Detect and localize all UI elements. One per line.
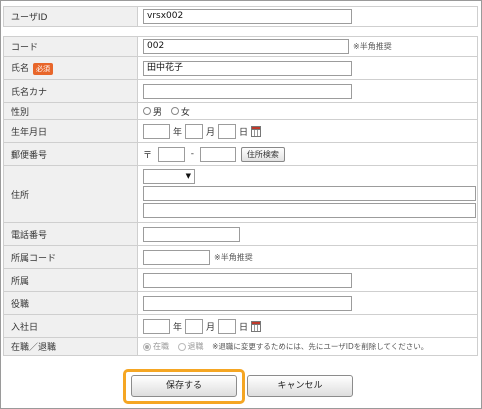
birth-day-unit: 日 xyxy=(239,127,249,138)
prefecture-select[interactable]: ▼ xyxy=(143,168,195,184)
birth-year-input[interactable] xyxy=(143,123,170,139)
address-search-button[interactable]: 住所検索 xyxy=(240,146,285,162)
code-label: コード xyxy=(3,36,138,57)
address-label: 住所 xyxy=(3,165,138,223)
profile-table: コード 002 ※半角推奨 氏名 必須 田中花子 氏名カナ 性別 男 女 生年月日 … xyxy=(3,36,478,356)
postal-separator: - xyxy=(190,149,195,159)
gender-male-label: 男 xyxy=(153,107,163,118)
code-note: ※半角推奨 xyxy=(353,42,392,51)
join-date-label: 入社日 xyxy=(3,314,138,338)
code-input[interactable]: 002 xyxy=(143,39,349,54)
birth-month-input[interactable] xyxy=(185,123,204,139)
gender-label: 性別 xyxy=(3,102,138,120)
gender-female-label: 女 xyxy=(180,107,190,118)
position-label: 役職 xyxy=(3,291,138,315)
name-label-cell: 氏名 必須 xyxy=(3,56,138,80)
join-year-unit: 年 xyxy=(173,322,183,333)
user-id-table: ユーザID vrsx002 xyxy=(3,6,478,27)
employment-retired-radio[interactable] xyxy=(177,342,186,351)
dept-label: 所属 xyxy=(3,268,138,292)
postal-prefix: 〒 xyxy=(143,150,153,161)
calendar-icon[interactable] xyxy=(251,125,262,137)
address-line1-input[interactable] xyxy=(143,185,476,201)
name-kana-label: 氏名カナ xyxy=(3,79,138,103)
employment-retired-label: 退職 xyxy=(187,342,204,351)
dept-code-input[interactable] xyxy=(143,249,210,265)
join-day-input[interactable] xyxy=(218,318,237,334)
birth-year-unit: 年 xyxy=(173,127,183,138)
address-line2-input[interactable] xyxy=(143,202,476,218)
employment-active-radio[interactable] xyxy=(143,342,151,351)
join-day-unit: 日 xyxy=(239,322,249,333)
save-button-highlight xyxy=(123,369,245,404)
postal-part1-input[interactable] xyxy=(157,146,185,162)
postal-label: 郵便番号 xyxy=(3,142,138,166)
required-badge: 必須 xyxy=(33,62,54,75)
calendar-icon[interactable] xyxy=(251,320,262,332)
user-id-input[interactable]: vrsx002 xyxy=(143,9,352,24)
name-kana-input[interactable] xyxy=(143,83,352,99)
phone-label: 電話番号 xyxy=(3,222,138,246)
join-year-input[interactable] xyxy=(143,318,170,334)
position-input[interactable] xyxy=(143,295,352,311)
dept-input[interactable] xyxy=(143,272,352,288)
name-input[interactable]: 田中花子 xyxy=(143,60,352,76)
birthdate-label: 生年月日 xyxy=(3,119,138,143)
employment-note: ※退職に変更するためには、先にユーザIDを削除してください。 xyxy=(212,342,429,351)
employment-active-label: 在職 xyxy=(153,342,169,351)
name-label: 氏名 xyxy=(11,64,30,75)
gender-female-radio[interactable] xyxy=(170,107,179,115)
phone-input[interactable] xyxy=(143,226,240,242)
join-month-input[interactable] xyxy=(185,318,204,334)
birth-day-input[interactable] xyxy=(218,123,237,139)
dept-code-note: ※半角推奨 xyxy=(214,252,253,262)
join-month-unit: 月 xyxy=(206,322,216,333)
dept-code-label: 所属コード xyxy=(3,245,138,269)
postal-part2-input[interactable] xyxy=(199,146,236,162)
chevron-down-icon: ▼ xyxy=(185,171,191,180)
employment-label: 在職／退職 xyxy=(3,337,138,356)
gender-male-radio[interactable] xyxy=(143,107,151,115)
birth-month-unit: 月 xyxy=(206,127,216,138)
cancel-button[interactable]: キャンセル xyxy=(247,375,353,397)
user-id-label: ユーザID xyxy=(3,6,138,27)
